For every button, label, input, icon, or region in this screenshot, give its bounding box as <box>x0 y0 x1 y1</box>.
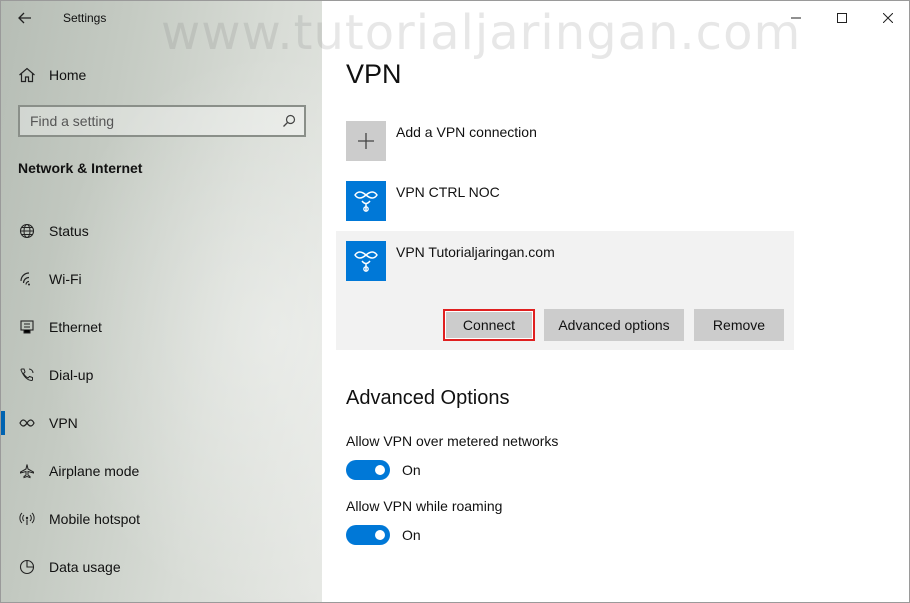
sidebar-item-airplane[interactable]: Airplane mode <box>1 447 322 495</box>
sidebar-item-label: VPN <box>49 415 78 431</box>
sidebar-item-label: Data usage <box>49 559 121 575</box>
minimize-icon <box>791 17 801 19</box>
sidebar-item-ethernet[interactable]: Ethernet <box>1 303 322 351</box>
airplane-icon <box>1 463 49 479</box>
add-vpn-label: Add a VPN connection <box>396 124 537 140</box>
maximize-button[interactable] <box>819 1 865 35</box>
metered-option-label: Allow VPN over metered networks <box>346 433 559 449</box>
globe-icon <box>1 223 49 239</box>
vpn-connection-name: VPN CTRL NOC <box>396 184 500 200</box>
sidebar-item-wifi[interactable]: Wi-Fi <box>1 255 322 303</box>
sidebar-item-label: Status <box>49 223 89 239</box>
ethernet-icon <box>1 319 49 335</box>
metered-toggle-row: On <box>346 460 421 480</box>
roaming-toggle[interactable] <box>346 525 390 545</box>
section-title: Network & Internet <box>18 160 143 176</box>
nav-list: Status Wi-Fi Ethernet Dial-up VPN Airpla… <box>1 207 322 591</box>
roaming-toggle-state: On <box>402 527 421 543</box>
hotspot-icon <box>1 511 49 527</box>
add-vpn-connection[interactable]: Add a VPN connection <box>346 121 537 161</box>
sidebar-item-vpn[interactable]: VPN <box>1 399 322 447</box>
search-input[interactable] <box>30 113 270 129</box>
app-title: Settings <box>63 11 107 25</box>
plus-icon <box>358 133 374 149</box>
vpn-connection-ctrl-noc[interactable]: VPN CTRL NOC <box>346 181 500 221</box>
sidebar-item-label: Mobile hotspot <box>49 511 141 527</box>
nav-home-label: Home <box>49 67 87 83</box>
search-icon <box>283 114 296 127</box>
vpn-connection-name: VPN Tutorialjaringan.com <box>396 244 555 260</box>
back-arrow-icon <box>18 12 31 24</box>
sidebar-item-label: Airplane mode <box>49 463 140 479</box>
dialup-icon <box>1 367 49 383</box>
home-icon <box>1 67 49 83</box>
sidebar-item-data-usage[interactable]: Data usage <box>1 543 322 591</box>
sidebar-item-dialup[interactable]: Dial-up <box>1 351 322 399</box>
search-box[interactable] <box>18 105 306 137</box>
nav-home[interactable]: Home <box>1 57 322 93</box>
sidebar-item-status[interactable]: Status <box>1 207 322 255</box>
wifi-icon <box>1 271 49 287</box>
back-button[interactable] <box>1 1 49 35</box>
content-pane: VPN Add a VPN connection VPN CTRL NOC VP… <box>322 1 909 602</box>
roaming-toggle-row: On <box>346 525 421 545</box>
window-controls <box>773 1 909 35</box>
title-bar: Settings <box>1 1 322 35</box>
vpn-icon <box>354 191 378 212</box>
metered-toggle[interactable] <box>346 460 390 480</box>
add-tile <box>346 121 386 161</box>
sidebar-item-label: Wi-Fi <box>49 271 82 287</box>
vpn-icon <box>354 251 378 272</box>
advanced-options-button[interactable]: Advanced options <box>544 309 684 341</box>
settings-window: Settings Home Network & Internet Status <box>0 0 910 603</box>
metered-toggle-state: On <box>402 462 421 478</box>
advanced-options-title: Advanced Options <box>346 387 510 409</box>
toggle-knob <box>375 530 385 540</box>
sidebar-item-label: Dial-up <box>49 367 94 383</box>
toggle-knob <box>375 465 385 475</box>
close-button[interactable] <box>865 1 909 35</box>
vpn-tile <box>346 181 386 221</box>
page-title: VPN <box>346 59 402 89</box>
sidebar-item-label: Ethernet <box>49 319 102 335</box>
connect-button[interactable]: Connect <box>443 309 535 341</box>
sidebar: Settings Home Network & Internet Status <box>1 1 322 602</box>
minimize-button[interactable] <box>773 1 819 35</box>
vpn-tile <box>346 241 386 281</box>
maximize-icon <box>837 13 847 23</box>
data-usage-icon <box>1 559 49 575</box>
remove-button[interactable]: Remove <box>694 309 784 341</box>
vpn-connection-tutorialjaringan[interactable]: VPN Tutorialjaringan.com <box>346 241 555 281</box>
roaming-option-label: Allow VPN while roaming <box>346 498 503 514</box>
vpn-icon <box>1 416 49 430</box>
sidebar-item-mobile-hotspot[interactable]: Mobile hotspot <box>1 495 322 543</box>
close-icon <box>883 13 893 23</box>
